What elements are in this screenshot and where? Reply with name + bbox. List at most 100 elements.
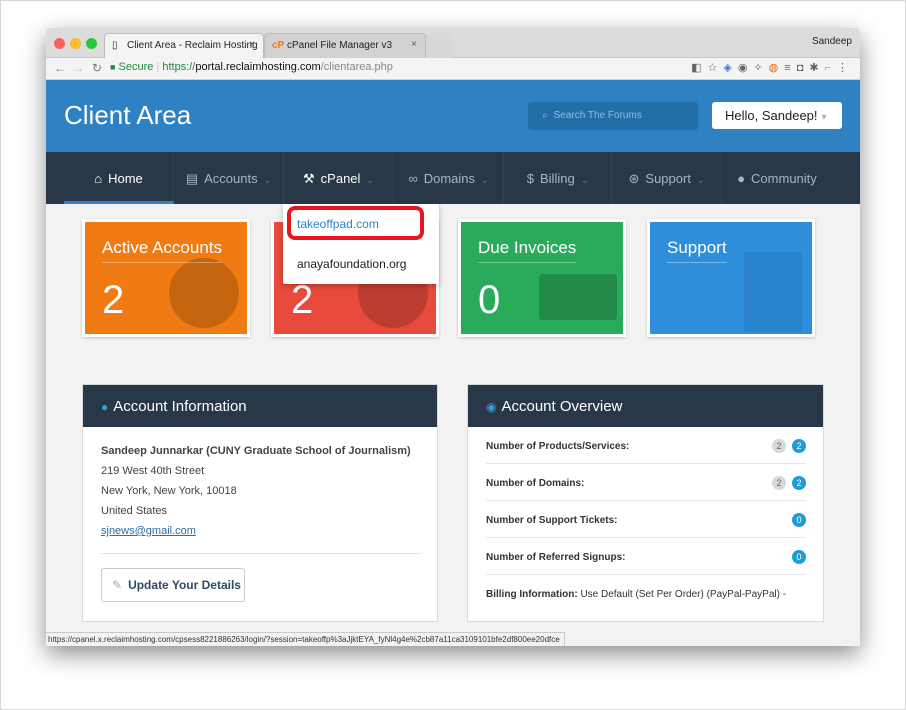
active-badge: 0 bbox=[792, 550, 806, 564]
tab-title: cPanel File Manager v3 bbox=[287, 40, 393, 51]
bookmark-star-icon[interactable]: ☆ bbox=[707, 62, 723, 74]
list-icon: ▤ bbox=[185, 171, 199, 186]
secure-label: Secure bbox=[118, 61, 154, 73]
back-icon[interactable]: ← bbox=[54, 61, 66, 75]
account-information-panel: ● Account Information Sandeep Junnarkar (… bbox=[82, 384, 438, 622]
reload-icon[interactable]: ↻ bbox=[92, 61, 102, 75]
forward-icon[interactable]: → bbox=[72, 61, 84, 75]
forum-search-input[interactable]: ⌕ Search The Forums bbox=[528, 102, 698, 130]
overview-row-domains: Number of Domains: 2 2 bbox=[486, 464, 806, 501]
url-path: /clientarea.php bbox=[320, 61, 393, 73]
nav-item-home[interactable]: ⌂ Home bbox=[64, 152, 174, 204]
total-badge: 2 bbox=[772, 476, 786, 490]
more-icon[interactable]: ⋮ bbox=[837, 62, 854, 74]
tab-client-area[interactable]: ▯ Client Area - Reclaim Hosting × bbox=[104, 33, 264, 58]
wrench-icon: ⚒ bbox=[303, 171, 315, 186]
maximize-window-button[interactable] bbox=[86, 38, 97, 49]
dollar-icon: $ bbox=[526, 171, 534, 186]
search-icon: ⌕ bbox=[542, 110, 548, 121]
url-domain: portal.reclaimhosting.com bbox=[195, 61, 321, 73]
profile-name[interactable]: Sandeep bbox=[812, 36, 852, 47]
email-link[interactable]: sjnews@gmail.com bbox=[101, 525, 196, 537]
extension-icon[interactable]: ◧ bbox=[691, 62, 707, 74]
brand-title[interactable]: Client Area bbox=[64, 100, 191, 131]
address-bar: ← → ↻ ■ Secure | https://portal.reclaimh… bbox=[46, 58, 860, 80]
status-bar-url: https://cpanel.x.reclaimhosting.com/cpse… bbox=[46, 632, 565, 646]
row-label: Billing Information: bbox=[486, 589, 578, 600]
shield-icon[interactable]: ◈ bbox=[723, 62, 737, 74]
page-icon: ▯ bbox=[112, 40, 118, 51]
tab-cpanel-file-manager[interactable]: cP cPanel File Manager v3 × bbox=[264, 33, 426, 58]
nav-item-community[interactable]: ● Community bbox=[722, 152, 832, 204]
highlight-box bbox=[287, 206, 424, 240]
home-icon: ⌂ bbox=[94, 171, 103, 186]
chevron-down-icon: ▾ bbox=[821, 112, 827, 123]
nav-item-domains[interactable]: ∞ Domains ⌄ bbox=[394, 152, 504, 204]
button-label: Update Your Details bbox=[128, 578, 241, 592]
account-overview-panel: ◉ Account Overview Number of Products/Ser… bbox=[467, 384, 824, 622]
active-badge: 2 bbox=[792, 439, 806, 453]
active-badge: 2 bbox=[792, 476, 806, 490]
url-field[interactable]: ■ Secure | https://portal.reclaimhosting… bbox=[110, 61, 393, 73]
site-header: Client Area ⌕ Search The Forums Hello, Sa… bbox=[46, 80, 860, 152]
row-label: Number of Products/Services: bbox=[486, 441, 630, 452]
panel-title: Account Information bbox=[113, 398, 247, 415]
address-country: United States bbox=[101, 505, 168, 517]
close-tab-icon[interactable]: × bbox=[411, 39, 417, 50]
row-label: Number of Support Tickets: bbox=[486, 515, 618, 526]
tile-value: 2 bbox=[102, 278, 125, 322]
cpanel-icon: cP bbox=[272, 40, 285, 51]
row-label: Number of Domains: bbox=[486, 478, 585, 489]
user-icon: ● bbox=[737, 171, 746, 186]
total-badge: 2 bbox=[772, 439, 786, 453]
overview-row-tickets: Number of Support Tickets: 0 bbox=[486, 501, 806, 538]
divider bbox=[101, 553, 421, 554]
tile-due-invoices[interactable]: Due Invoices 0 bbox=[458, 219, 626, 337]
pencil-icon: ✎ bbox=[112, 578, 123, 592]
info-icon: ● bbox=[101, 400, 109, 414]
camera-icon[interactable]: ◘ bbox=[797, 62, 810, 74]
minimize-window-button[interactable] bbox=[70, 38, 81, 49]
overview-row-referrals: Number of Referred Signups: 0 bbox=[486, 538, 806, 575]
account-name: Sandeep Junnarkar (CUNY Graduate School … bbox=[101, 445, 411, 457]
pocket-icon[interactable]: ◉ bbox=[738, 62, 754, 74]
menu-list-icon[interactable]: ≡ bbox=[784, 62, 796, 74]
chevron-down-icon: ⌄ bbox=[580, 175, 589, 185]
tag-icon[interactable]: ⌐ bbox=[825, 62, 837, 74]
nav-item-accounts[interactable]: ▤ Accounts ⌄ bbox=[174, 152, 284, 204]
tile-active-accounts[interactable]: Active Accounts 2 bbox=[82, 219, 250, 337]
close-tab-icon[interactable]: × bbox=[249, 39, 255, 50]
lock-icon: ■ bbox=[110, 62, 116, 72]
dropdown-item-anayafoundation[interactable]: anayafoundation.org bbox=[297, 257, 406, 271]
panel-header: ◉ Account Overview bbox=[468, 385, 823, 427]
close-window-button[interactable] bbox=[54, 38, 65, 49]
chevron-down-icon: ⌄ bbox=[263, 175, 272, 185]
chevron-down-icon: ⌄ bbox=[481, 175, 489, 185]
nav-label: Support bbox=[645, 171, 691, 186]
nav-item-support[interactable]: ⊛ Support ⌄ bbox=[612, 152, 722, 204]
user-menu-button[interactable]: Hello, Sandeep! ▾ bbox=[712, 102, 842, 129]
tile-support[interactable]: Support bbox=[647, 219, 815, 337]
update-details-button[interactable]: ✎ Update Your Details bbox=[101, 568, 245, 602]
tile-label: Due Invoices bbox=[478, 238, 577, 263]
tab-bar: ▯ Client Area - Reclaim Hosting × cP cPa… bbox=[46, 28, 860, 58]
main-nav: ⌂ Home ▤ Accounts ⌄ ⚒ cPanel ⌄ ∞ Domains ⌄ $ Bil… bbox=[46, 152, 860, 204]
page-body: Active Accounts 2 2 Due Invoices 0 Suppo… bbox=[46, 204, 860, 646]
user-greeting: Hello, Sandeep! bbox=[725, 108, 818, 123]
address-line-1: 219 West 40th Street bbox=[101, 465, 205, 477]
browser-window: ▯ Client Area - Reclaim Hosting × cP cPa… bbox=[46, 28, 860, 646]
new-tab-button[interactable] bbox=[426, 33, 452, 58]
nav-label: Accounts bbox=[204, 171, 258, 186]
chevron-down-icon: ⌄ bbox=[366, 175, 374, 185]
search-placeholder: Search The Forums bbox=[553, 110, 642, 121]
puzzle-icon[interactable]: ✱ bbox=[809, 62, 824, 74]
lifebuoy-icon: ⊛ bbox=[628, 171, 640, 186]
nav-label: Community bbox=[751, 171, 817, 186]
flame-icon[interactable]: ◍ bbox=[769, 62, 785, 74]
checkmark-icon bbox=[169, 258, 239, 328]
nav-item-cpanel[interactable]: ⚒ cPanel ⌄ bbox=[284, 152, 394, 204]
nav-item-billing[interactable]: $ Billing ⌄ bbox=[504, 152, 612, 204]
star-extension-icon[interactable]: ✧ bbox=[753, 62, 768, 74]
extension-icons[interactable]: ◧☆◈◉✧◍≡◘✱⌐⋮ bbox=[691, 61, 854, 74]
binoculars-icon: ∞ bbox=[408, 171, 418, 186]
